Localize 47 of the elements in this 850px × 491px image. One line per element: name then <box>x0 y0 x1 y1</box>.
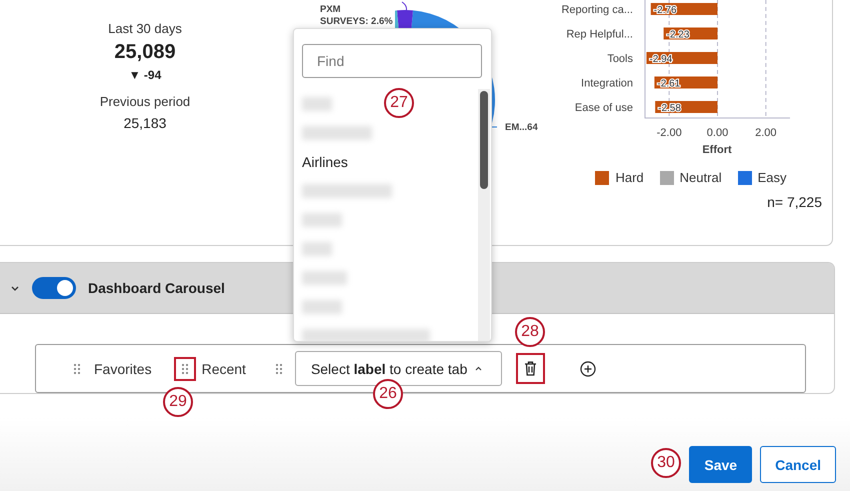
tick-label: 0.00 <box>706 127 728 139</box>
bar <box>650 3 718 15</box>
callout-number: 28 <box>515 317 545 347</box>
menu-item[interactable]: Airlines <box>294 147 478 176</box>
tick-label: -2.00 <box>656 127 682 139</box>
data-label: -2.61 <box>657 78 680 90</box>
previous-label: Previous period <box>100 94 190 109</box>
bar <box>654 76 718 88</box>
pie-label: PXM SURVEYS: 2.6% <box>318 4 395 28</box>
section-title: Dashboard Carousel <box>88 280 225 296</box>
label-dropdown[interactable]: Select label to create tab <box>294 351 502 386</box>
tab-label[interactable]: Favorites <box>94 360 152 376</box>
previous-value: 25,183 <box>124 115 166 131</box>
category-label: Reporting ca... <box>561 4 633 16</box>
kpi-value: 25,089 <box>114 41 176 64</box>
bar <box>655 101 718 113</box>
drag-handle-icon[interactable] <box>174 356 196 380</box>
save-button[interactable]: Save <box>689 446 752 483</box>
legend-label: Hard <box>615 170 644 185</box>
axis-title: Effort <box>702 144 732 156</box>
toggle-switch[interactable] <box>32 277 76 299</box>
data-label: -2.94 <box>649 54 672 65</box>
category-label: Ease of use <box>574 102 633 114</box>
legend-label: Easy <box>758 170 786 185</box>
data-label: -2.58 <box>658 103 681 114</box>
callout-number: 26 <box>373 379 403 409</box>
period-label: Last 30 days <box>108 21 182 36</box>
scrollbar[interactable] <box>478 89 490 341</box>
category-label: Tools <box>607 53 633 65</box>
caret-icon <box>475 366 482 371</box>
data-label: -2.76 <box>654 5 677 16</box>
change-value: ▼ -94 <box>128 68 162 82</box>
add-icon[interactable] <box>580 360 596 376</box>
category-label: Integration <box>581 78 633 90</box>
legend-label: Neutral <box>680 170 722 185</box>
tick-label: 2.00 <box>755 127 777 139</box>
tab-label[interactable]: Recent <box>202 360 246 376</box>
sample-size: n= 7,225 <box>767 194 822 210</box>
cancel-button[interactable]: Cancel <box>760 446 836 483</box>
search-field[interactable]: Find <box>302 44 482 78</box>
bar <box>664 28 718 40</box>
data-label: -2.23 <box>666 30 690 40</box>
callout-number: 29 <box>163 387 193 417</box>
delete-icon[interactable] <box>516 353 545 384</box>
bar <box>646 52 718 64</box>
callout-number: 30 <box>651 448 681 478</box>
category-label: Rep Helpful... <box>566 28 633 40</box>
